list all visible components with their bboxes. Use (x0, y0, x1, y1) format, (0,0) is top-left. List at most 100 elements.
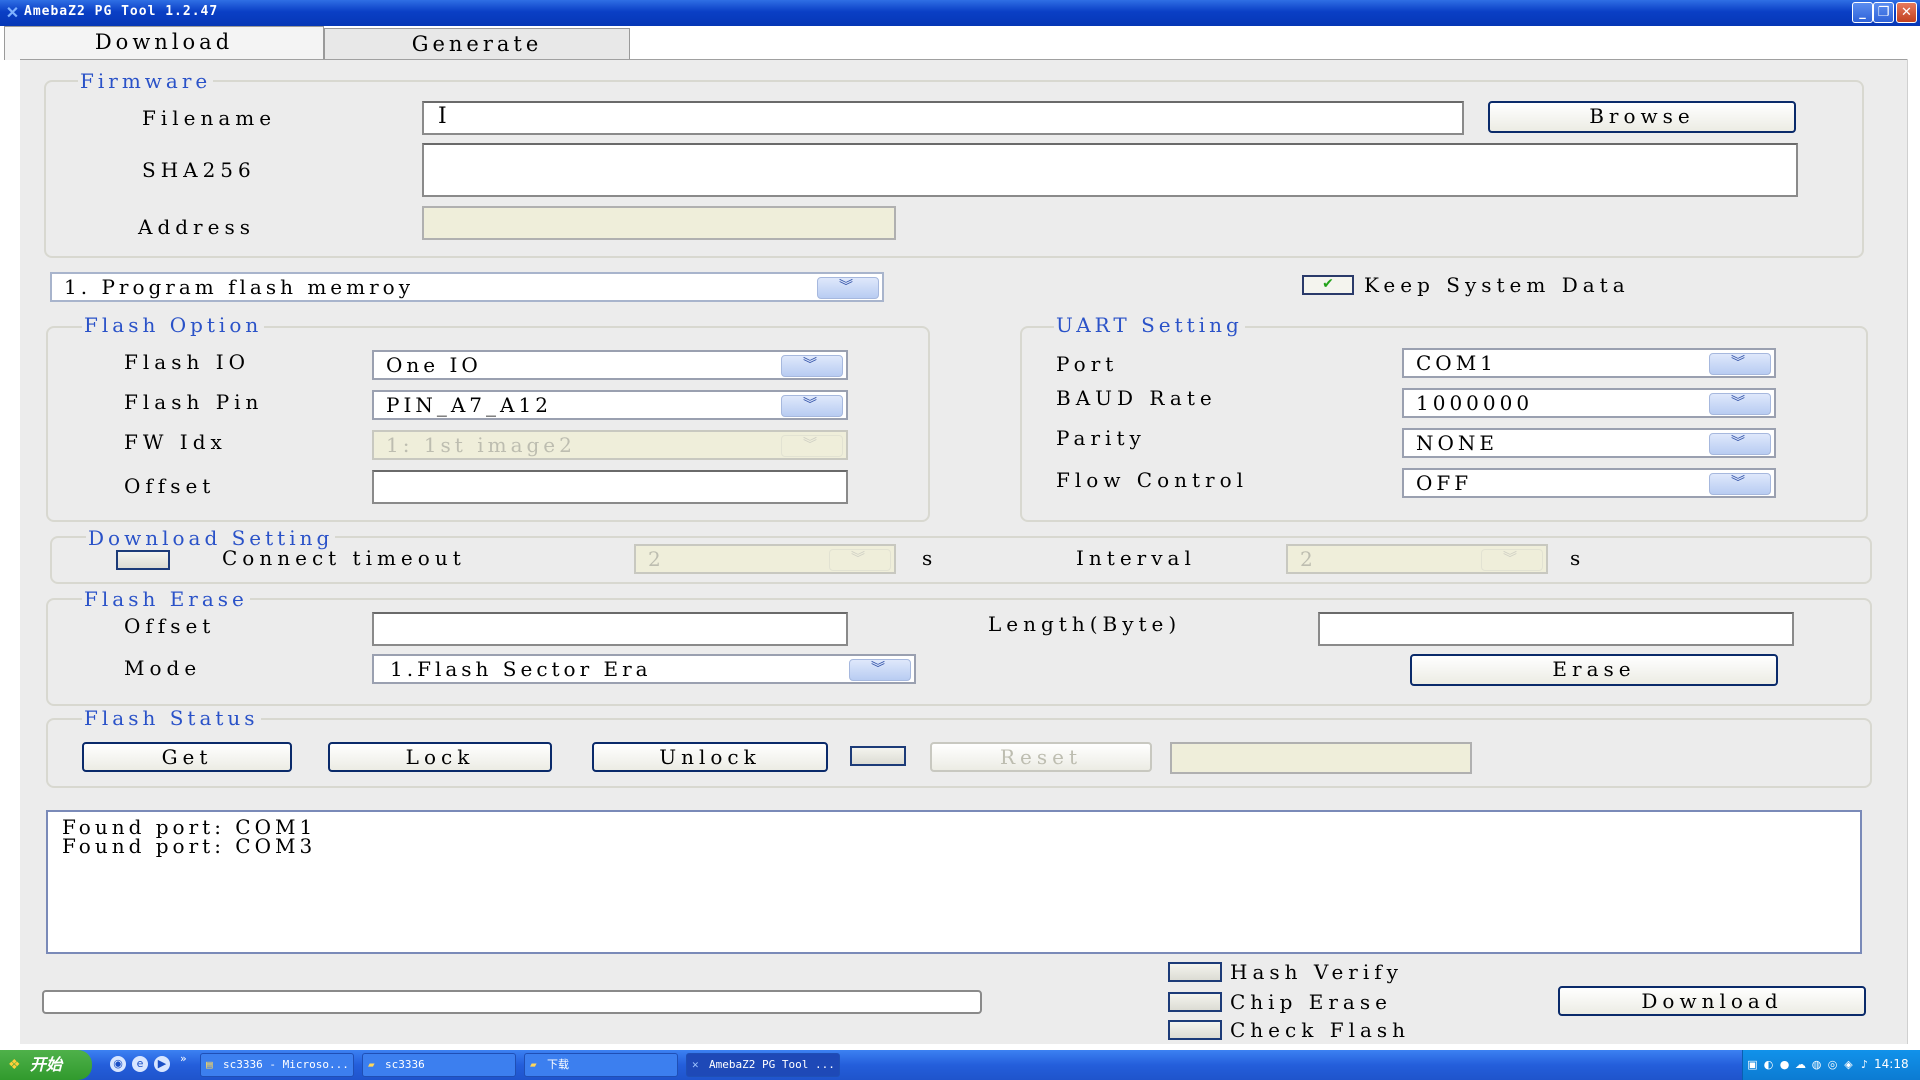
close-button[interactable]: ✕ (1896, 2, 1917, 23)
browser-icon[interactable]: e (132, 1056, 148, 1072)
erase-length-label: Length(Byte) (988, 612, 1182, 636)
fw-idx-select: 1: 1st image2 ︾ (372, 430, 848, 460)
window-title: AmebaZ2 PG Tool 1.2.47 (24, 4, 219, 19)
sha256-label: SHA256 (142, 158, 256, 182)
quicklaunch-more-icon[interactable]: » (180, 1052, 187, 1065)
filename-label: Filename (142, 106, 277, 130)
ime-icon[interactable]: ◈ (1842, 1058, 1855, 1071)
fw-idx-value: 1: 1st image2 (386, 433, 576, 457)
connect-timeout-select: 2 ︾ (634, 544, 896, 574)
chevron-down-icon[interactable]: ︾ (1709, 393, 1771, 415)
lock-button[interactable]: Lock (328, 742, 552, 772)
cloud-icon[interactable]: ☁ (1794, 1058, 1807, 1071)
baud-rate-label: BAUD Rate (1056, 386, 1217, 410)
chevron-down-icon[interactable]: ︾ (849, 659, 911, 681)
program-mode-value: 1. Program flash memroy (64, 275, 414, 299)
erase-mode-select[interactable]: 1.Flash Sector Era ︾ (372, 654, 916, 684)
chevron-down-icon[interactable]: ︾ (1709, 433, 1771, 455)
chevron-down-icon[interactable]: ︾ (1709, 473, 1771, 495)
taskbar-item-pgtool[interactable]: ✕ AmebaZ2 PG Tool ... (686, 1053, 840, 1077)
filename-input[interactable]: I (422, 101, 1464, 135)
chip-erase-label: Chip Erase (1230, 990, 1392, 1014)
chat-icon[interactable]: ◍ (1810, 1058, 1823, 1071)
flash-status-legend: Flash Status (82, 706, 261, 730)
taskbar-item-folder[interactable]: ▰ sc3336 (362, 1053, 516, 1077)
flow-control-select[interactable]: OFF ︾ (1402, 468, 1776, 498)
chevron-down-icon[interactable]: ︾ (817, 277, 879, 299)
port-label: Port (1056, 352, 1119, 376)
connect-timeout-checkbox[interactable] (116, 550, 170, 570)
get-button[interactable]: Get (82, 742, 292, 772)
tab-download[interactable]: Download (4, 26, 324, 60)
reset-button: Reset (930, 742, 1152, 772)
erase-button[interactable]: Erase (1410, 654, 1778, 686)
qq-icon[interactable]: ● (1778, 1058, 1791, 1071)
log-output[interactable]: Found port: COM1 Found port: COM3 (46, 810, 1862, 954)
status-icon[interactable]: ◎ (1826, 1058, 1839, 1071)
unlock-button[interactable]: Unlock (592, 742, 828, 772)
keep-system-data-checkbox[interactable]: ✔ (1302, 275, 1354, 295)
flash-pin-value: PIN_A7_A12 (386, 393, 552, 417)
media-player-icon[interactable]: ▶ (154, 1056, 170, 1072)
chevron-down-icon[interactable]: ︾ (1709, 353, 1771, 375)
erase-offset-input[interactable] (372, 612, 848, 646)
chevron-down-icon[interactable]: ︾ (781, 395, 843, 417)
connect-timeout-label: Connect timeout (222, 546, 466, 570)
security-icon[interactable]: ◐ (1762, 1058, 1775, 1071)
log-text: Found port: COM1 Found port: COM3 (62, 815, 317, 858)
flash-erase-legend: Flash Erase (82, 587, 250, 611)
network-icon[interactable]: ▣ (1746, 1058, 1759, 1071)
show-desktop-icon[interactable]: ◉ (110, 1056, 126, 1072)
interval-value: 2 (1300, 547, 1317, 571)
taskbar-item-downloads[interactable]: ▰ 下载 (524, 1053, 678, 1077)
uart-setting-legend: UART Setting (1054, 313, 1245, 337)
port-select[interactable]: COM1 ︾ (1402, 348, 1776, 378)
chevron-down-icon[interactable]: ︾ (781, 355, 843, 377)
chip-erase-checkbox[interactable] (1168, 992, 1222, 1012)
parity-select[interactable]: NONE ︾ (1402, 428, 1776, 458)
flash-offset-input[interactable] (372, 470, 848, 504)
flash-io-label: Flash IO (124, 350, 250, 374)
checkmark-icon: ✔ (1322, 276, 1334, 292)
restore-button[interactable]: ❐ (1873, 2, 1894, 23)
sha256-field[interactable] (422, 143, 1798, 197)
reset-checkbox[interactable] (850, 746, 906, 766)
address-label: Address (138, 215, 255, 239)
flash-pin-select[interactable]: PIN_A7_A12 ︾ (372, 390, 848, 420)
tab-generate[interactable]: Generate (324, 28, 630, 59)
window-title-bar[interactable] (0, 0, 1920, 26)
check-flash-label: Check Flash (1230, 1018, 1411, 1042)
check-flash-checkbox[interactable] (1168, 1020, 1222, 1040)
folder-icon: ▰ (368, 1058, 375, 1071)
address-field (422, 206, 896, 240)
hash-verify-checkbox[interactable] (1168, 962, 1222, 982)
flash-option-legend: Flash Option (82, 313, 265, 337)
parity-label: Parity (1056, 426, 1146, 450)
chevron-down-icon: ︾ (829, 549, 891, 571)
erase-length-input[interactable] (1318, 612, 1794, 646)
volume-icon[interactable]: ♪ (1858, 1058, 1871, 1071)
chevron-down-icon: ︾ (781, 435, 843, 457)
minimize-button[interactable]: _ (1852, 2, 1873, 23)
taskbar-item-label: AmebaZ2 PG Tool ... (709, 1058, 835, 1071)
interval-label: Interval (1076, 546, 1196, 570)
program-mode-select[interactable]: 1. Program flash memroy ︾ (50, 272, 884, 302)
browse-button[interactable]: Browse (1488, 101, 1796, 133)
folder-icon: ▰ (530, 1058, 537, 1071)
taskbar-item-label: sc3336 (385, 1058, 425, 1071)
keep-system-data-label: Keep System Data (1364, 273, 1630, 297)
flash-io-select[interactable]: One IO ︾ (372, 350, 848, 380)
download-button[interactable]: Download (1558, 986, 1866, 1016)
firmware-legend: Firmware (78, 69, 214, 93)
flash-status-field (1170, 742, 1472, 774)
baud-rate-select[interactable]: 1000000 ︾ (1402, 388, 1776, 418)
flash-io-value: One IO (386, 353, 482, 377)
chevron-down-icon: ︾ (1481, 549, 1543, 571)
interval-select: 2 ︾ (1286, 544, 1548, 574)
erase-mode-label: Mode (124, 656, 202, 680)
document-icon: ▤ (206, 1058, 213, 1071)
flash-pin-label: Flash Pin (124, 390, 264, 414)
taskbar-item-word[interactable]: ▤ sc3336 - Microso... (200, 1053, 354, 1077)
baud-rate-value: 1000000 (1416, 391, 1534, 415)
hash-verify-label: Hash Verify (1230, 960, 1403, 984)
